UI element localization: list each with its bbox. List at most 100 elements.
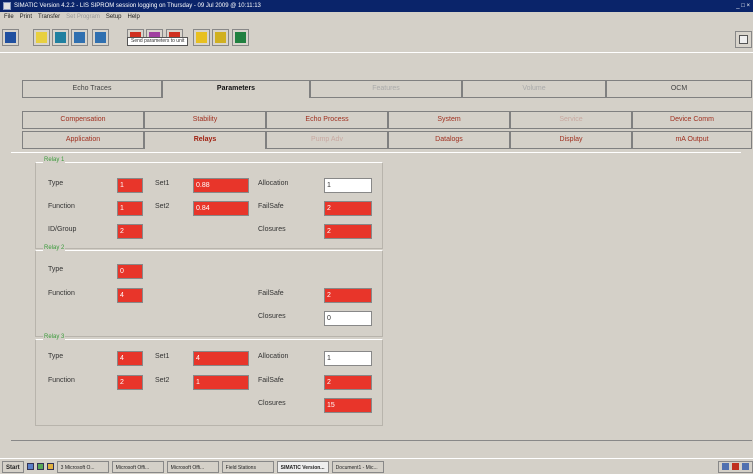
taskbar-task[interactable]: Field Stations (221, 460, 274, 473)
relay-3-title: Relay 3 (43, 334, 66, 340)
system-tray (718, 460, 753, 473)
relay-1-idgroup-field[interactable]: 2 (117, 224, 143, 239)
relay-1-type-field[interactable]: 1 (117, 178, 143, 193)
relay-3-failsafe-field[interactable]: 2 (324, 375, 372, 390)
relay-2-closures-field[interactable]: 0 (324, 311, 372, 326)
tab-device-comm[interactable]: Device Comm (632, 111, 752, 129)
taskbar-task[interactable]: Microsoft Offi... (111, 460, 164, 473)
taskbar-task[interactable]: SIMATIC Version... (276, 460, 329, 473)
relay-1-title: Relay 1 (43, 157, 66, 163)
type-label: Type (48, 353, 64, 360)
taskbar-task[interactable]: Microsoft Offi... (166, 460, 219, 473)
menu-transfer[interactable]: Transfer (38, 14, 60, 20)
monitor-icon (215, 32, 226, 43)
relay-1-allocation-field[interactable]: 1 (324, 178, 372, 193)
relay-1-function-field[interactable]: 1 (117, 201, 143, 216)
menu-file[interactable]: File (4, 14, 14, 20)
function-label: Function (48, 203, 75, 210)
send-to-unit-icon (74, 32, 85, 43)
network-tray-icon[interactable] (722, 463, 729, 470)
new-document-button[interactable] (33, 29, 50, 46)
tab-stability[interactable]: Stability (144, 111, 266, 129)
window-controls[interactable]: _ □ × (736, 0, 750, 12)
menu-print[interactable]: Print (20, 14, 32, 20)
relay-3-group: Relay 3 Type 4 Set1 4 Allocation 1 Funct… (35, 334, 383, 426)
relay-2-group: Relay 2 Type 0 Function 4 FailSafe 2 Clo… (35, 245, 383, 337)
menu-setup[interactable]: Setup (106, 14, 122, 20)
relay-3-set1-field[interactable]: 4 (193, 351, 249, 366)
relay-1-closures-field[interactable]: 2 (324, 224, 372, 239)
tab-ma-output[interactable]: mA Output (632, 131, 752, 149)
tab-features[interactable]: Features (310, 80, 462, 98)
failsafe-label: FailSafe (258, 203, 284, 210)
tab-parameters[interactable]: Parameters (162, 80, 310, 98)
relay-3-function-field[interactable]: 2 (117, 375, 143, 390)
app-icon (3, 2, 11, 10)
relay-1-set1-field[interactable]: 0.88 (193, 178, 249, 193)
relay-2-title: Relay 2 (43, 245, 66, 251)
idgroup-label: ID/Group (48, 226, 77, 233)
tab-echo-traces[interactable]: Echo Traces (22, 80, 162, 98)
relay-1-group: Relay 1 Type 1 Set1 0.88 Allocation 1 Fu… (35, 157, 383, 249)
menu-set-program[interactable]: Set Program (66, 14, 100, 20)
type-label: Type (48, 266, 64, 273)
relay-3-set2-field[interactable]: 1 (193, 375, 249, 390)
echo-profile-button[interactable] (232, 29, 249, 46)
receive-from-unit-icon (95, 32, 106, 43)
tab-system[interactable]: System (388, 111, 510, 129)
tab-compensation[interactable]: Compensation (22, 111, 144, 129)
tab-ocm[interactable]: OCM (606, 80, 752, 98)
tab-datalogs[interactable]: Datalogs (388, 131, 510, 149)
receive-from-unit-button[interactable] (92, 29, 109, 46)
monitor-button[interactable] (212, 29, 229, 46)
closures-label: Closures (258, 400, 286, 407)
relay-3-closures-field[interactable]: 15 (324, 398, 372, 413)
tab-row-parameters-2: Application Relays Pump Adv Datalogs Display… (22, 131, 752, 149)
relay-1-set2-field[interactable]: 0.84 (193, 201, 249, 216)
tab-echo-process[interactable]: Echo Process (266, 111, 388, 129)
closures-label: Closures (258, 226, 286, 233)
tab-pump-adv[interactable]: Pump Adv (266, 131, 388, 149)
allocation-label: Allocation (258, 353, 289, 360)
relay-2-function-field[interactable]: 4 (117, 288, 143, 303)
connect-button[interactable] (2, 29, 19, 46)
toolbar-tooltip: Send parameters to unit (127, 37, 189, 46)
closures-label: Closures (258, 313, 286, 320)
relay-3-allocation-field[interactable]: 1 (324, 351, 372, 366)
volume-tray-icon[interactable] (742, 463, 749, 470)
taskbar-task[interactable]: 3 Microsoft O... (56, 460, 109, 473)
echo-profile-icon (235, 32, 246, 43)
relay-2-type-field[interactable]: 0 (117, 264, 143, 279)
set1-label: Set1 (155, 180, 170, 187)
quick-launch-outlook-icon[interactable] (46, 463, 54, 470)
tab-service[interactable]: Service (510, 111, 632, 129)
toolbar (0, 23, 753, 53)
menu-help[interactable]: Help (128, 14, 140, 20)
exit-button[interactable] (735, 31, 752, 48)
start-button[interactable]: Start (2, 460, 24, 473)
quick-launch-ie-icon[interactable] (26, 463, 34, 470)
help-button[interactable] (193, 29, 210, 46)
allocation-label: Allocation (258, 180, 289, 187)
network-button[interactable] (52, 29, 69, 46)
taskbar-task[interactable]: Document1 - Mic... (331, 460, 384, 473)
tab-volume[interactable]: Volume (462, 80, 606, 98)
new-document-icon (36, 32, 47, 43)
send-to-unit-button[interactable] (71, 29, 88, 46)
relay-3-type-field[interactable]: 4 (117, 351, 143, 366)
failsafe-label: FailSafe (258, 290, 284, 297)
network-icon (55, 32, 66, 43)
set1-label: Set1 (155, 353, 170, 360)
tab-relays[interactable]: Relays (144, 131, 266, 149)
tab-application[interactable]: Application (22, 131, 144, 149)
tab-row-parameters-1: Compensation Stability Echo Process System S… (22, 111, 752, 129)
connect-icon (5, 32, 16, 43)
relay-2-failsafe-field[interactable]: 2 (324, 288, 372, 303)
function-label: Function (48, 377, 75, 384)
tab-display[interactable]: Display (510, 131, 632, 149)
security-tray-icon[interactable] (732, 463, 739, 470)
failsafe-label: FailSafe (258, 377, 284, 384)
type-label: Type (48, 180, 64, 187)
quick-launch-desktop-icon[interactable] (36, 463, 44, 470)
relay-1-failsafe-field[interactable]: 2 (324, 201, 372, 216)
